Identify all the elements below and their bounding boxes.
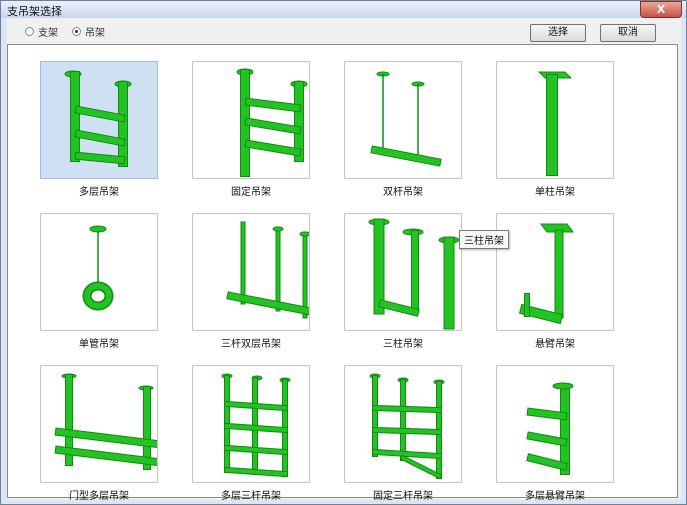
radio-hanger-dot[interactable]	[72, 27, 81, 36]
fixed-three-rod-hanger-icon	[369, 373, 445, 480]
hanger-thumbnail-portal-multi-layer-hanger[interactable]	[40, 365, 158, 483]
hanger-thumbnail-label: 多层三杆吊架	[221, 491, 281, 502]
multi-layer-hanger-icon	[64, 70, 132, 167]
single-pipe-hanger-icon	[82, 225, 114, 311]
three-rod-double-layer-hanger-icon	[226, 221, 309, 319]
hanger-thumbnail-double-rod-hanger[interactable]	[344, 61, 462, 179]
hanger-thumbnail-label: 单柱吊架	[535, 187, 575, 198]
portal-multi-layer-hanger-icon	[54, 373, 157, 470]
hanger-thumbnail-fixed-three-rod-hanger[interactable]	[344, 365, 462, 483]
hanger-thumbnail-multi-layer-hanger[interactable]	[40, 61, 158, 179]
hanger-thumbnail-three-rod-double-layer-hanger[interactable]	[192, 213, 310, 331]
hanger-thumbnail-label: 固定三杆吊架	[373, 491, 433, 502]
radio-support[interactable]: 支架	[25, 24, 58, 39]
fixed-hanger-icon	[236, 68, 308, 177]
hanger-thumbnail-three-column-hanger[interactable]	[344, 213, 462, 331]
three-column-hanger-icon	[368, 218, 460, 330]
radio-support-dot[interactable]	[25, 27, 34, 36]
multi-layer-three-rod-hanger-icon	[221, 373, 291, 478]
hanger-thumbnail-label: 多层吊架	[79, 187, 119, 198]
dialog-client-area: 支架 吊架 选择 取消 多层吊架 固定吊架 双杆吊架 单柱吊架单管吊架 三杆双层吊架 三柱…	[7, 18, 681, 502]
hover-tooltip: 三柱吊架	[459, 230, 509, 249]
hanger-thumbnail-label: 固定吊架	[231, 187, 271, 198]
select-button[interactable]: 选择	[530, 24, 586, 42]
hanger-thumbnail-grid: 多层吊架 固定吊架 双杆吊架 单柱吊架 单管吊架 三杆双层吊架 三柱吊架 悬臂吊架 门型多层吊架…	[7, 44, 678, 502]
cancel-button[interactable]: 取消	[600, 24, 656, 42]
window-title: 支吊架选择	[7, 5, 62, 18]
hanger-thumbnail-label: 双杆吊架	[383, 187, 423, 198]
hanger-thumbnail-label: 多层悬臂吊架	[525, 491, 585, 502]
single-column-hanger-icon	[537, 71, 573, 176]
double-rod-hanger-icon	[370, 71, 442, 167]
close-button[interactable]: X	[640, 1, 682, 18]
radio-hanger[interactable]: 吊架	[72, 24, 105, 39]
hanger-thumbnail-fixed-hanger[interactable]	[192, 61, 310, 179]
type-radio-group: 支架 吊架	[25, 24, 105, 39]
multi-layer-cantilever-hanger-icon	[526, 382, 574, 475]
radio-support-label: 支架	[38, 28, 58, 39]
hanger-thumbnail-multi-layer-cantilever-hanger[interactable]	[496, 365, 614, 483]
hanger-thumbnail-cantilever-hanger[interactable]	[496, 213, 614, 331]
hanger-thumbnail-label: 悬臂吊架	[535, 339, 575, 350]
hanger-thumbnail-label: 单管吊架	[79, 339, 119, 350]
hanger-thumbnail-label: 三杆双层吊架	[221, 339, 281, 350]
title-bar[interactable]: 支吊架选择 X	[1, 1, 686, 18]
cantilever-hanger-icon	[518, 223, 574, 325]
radio-hanger-label: 吊架	[85, 28, 105, 39]
hanger-thumbnail-multi-layer-three-rod-hanger[interactable]	[192, 365, 310, 483]
hanger-thumbnail-label: 门型多层吊架	[69, 491, 129, 502]
hanger-select-dialog: 支吊架选择 X 支架 吊架 选择 取消 多层吊架 固定吊架 双杆吊架 单柱吊架单管吊架…	[0, 0, 687, 505]
hanger-thumbnail-single-pipe-hanger[interactable]	[40, 213, 158, 331]
hanger-thumbnail-single-column-hanger[interactable]	[496, 61, 614, 179]
hanger-thumbnail-label: 三柱吊架	[383, 339, 423, 350]
